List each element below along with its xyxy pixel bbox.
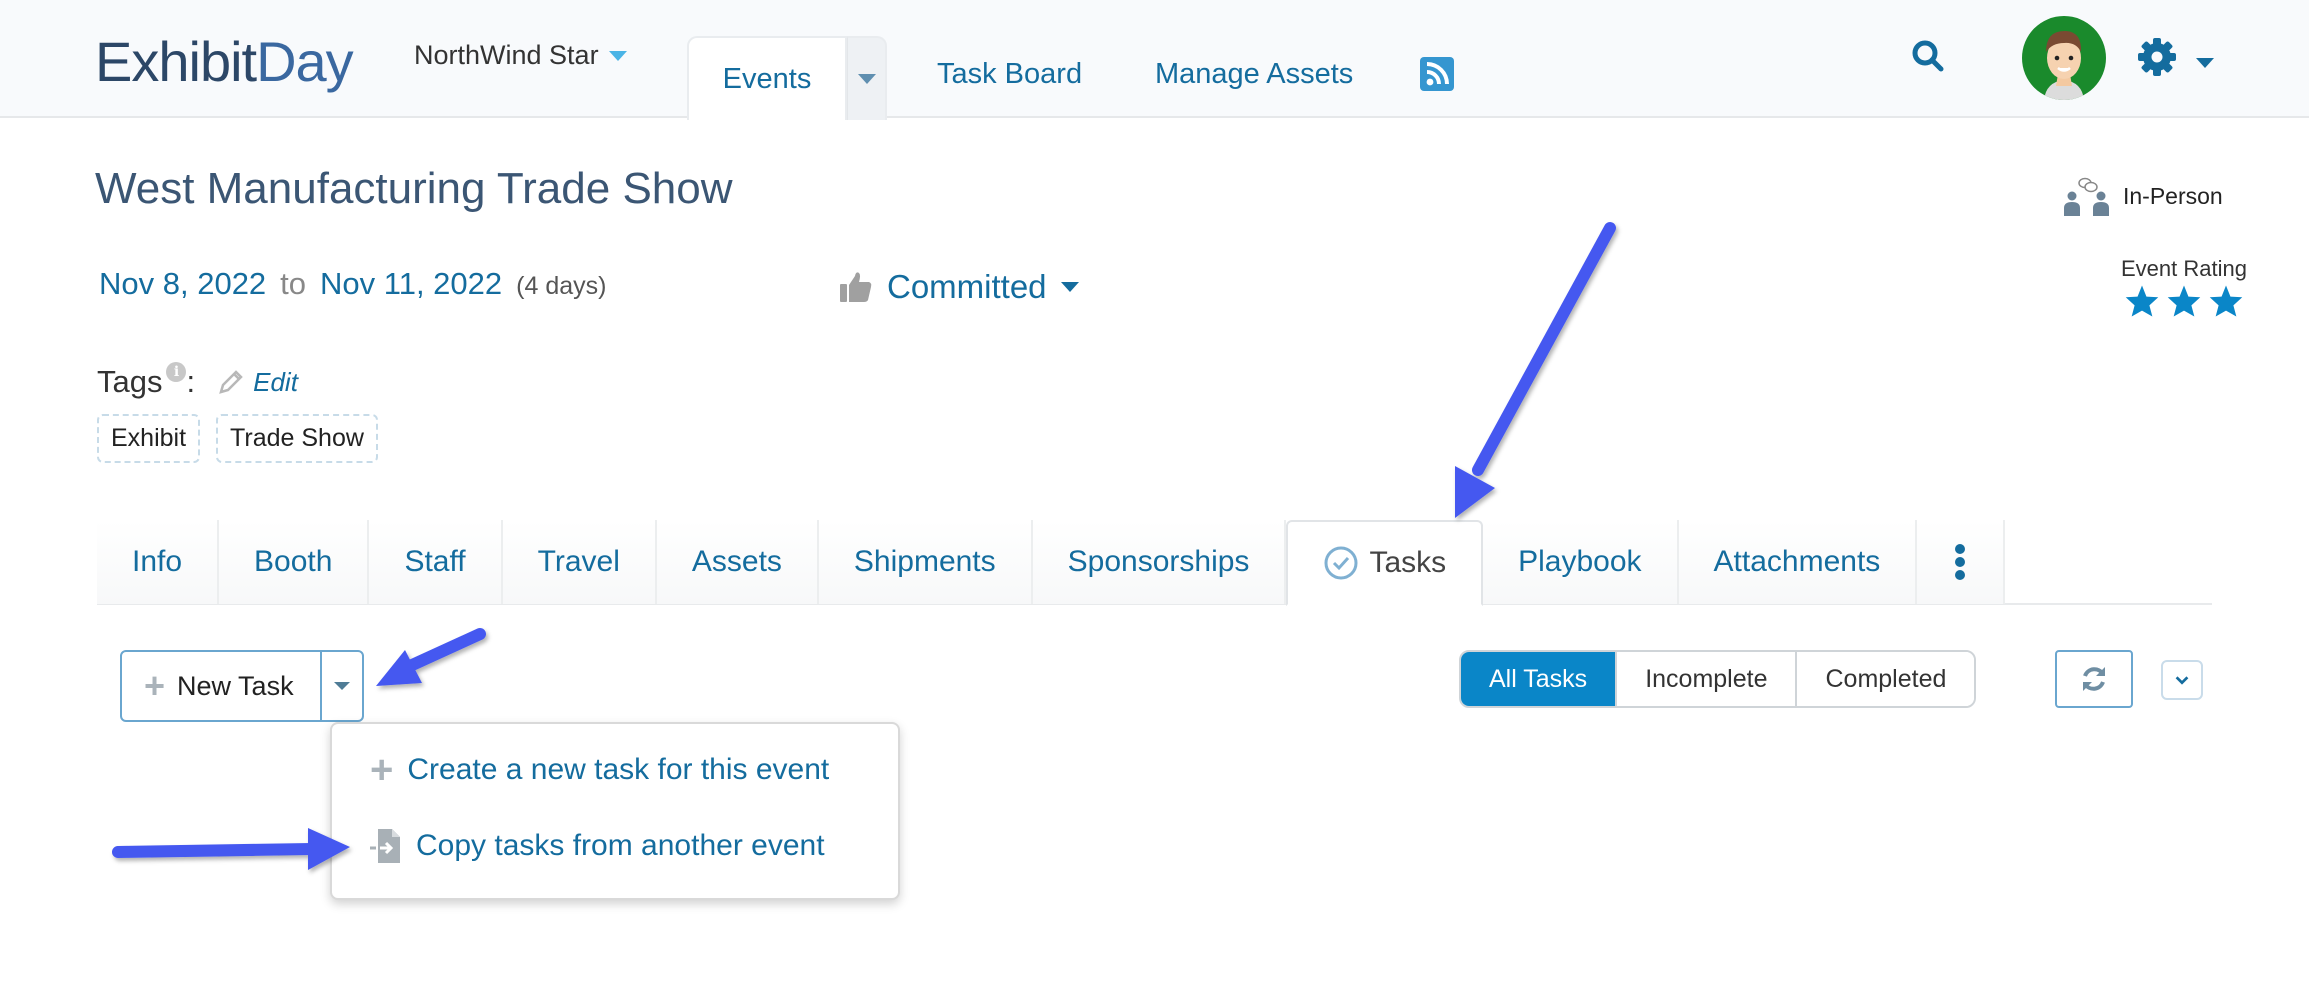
logo-text-day: Day bbox=[256, 30, 354, 93]
pencil-icon bbox=[219, 370, 243, 394]
logo-text-exhibit: Exhibit bbox=[95, 30, 257, 93]
plus-icon: + bbox=[144, 665, 166, 706]
tab-info[interactable]: Info bbox=[97, 520, 220, 604]
annotation-arrow-dropdown bbox=[376, 628, 486, 686]
tab-label: Sponsorships bbox=[1067, 545, 1250, 578]
menu-item-label: Create a new task for this event bbox=[407, 753, 830, 786]
tab-booth[interactable]: Booth bbox=[219, 520, 370, 604]
file-import-icon bbox=[370, 829, 400, 863]
start-date[interactable]: Nov 8, 2022 bbox=[99, 266, 266, 302]
filter-all-tasks[interactable]: All Tasks bbox=[1461, 652, 1618, 706]
tab-more[interactable] bbox=[1917, 520, 2006, 604]
new-task-split-button: + New Task bbox=[120, 650, 364, 722]
event-rating-label: Event Rating bbox=[2121, 256, 2247, 281]
tab-label: Shipments bbox=[853, 545, 996, 578]
org-switcher[interactable]: NorthWind Star bbox=[414, 40, 627, 71]
tags-colon: : bbox=[186, 364, 196, 399]
nav-events-label: Events bbox=[722, 62, 812, 95]
event-title: West Manufacturing Trade Show bbox=[95, 164, 733, 213]
event-rating[interactable] bbox=[2124, 284, 2244, 318]
tab-label: Booth bbox=[254, 545, 333, 578]
org-name: NorthWind Star bbox=[414, 40, 599, 70]
tab-assets[interactable]: Assets bbox=[656, 520, 819, 604]
tab-label: Staff bbox=[404, 545, 466, 578]
menu-item-copy-tasks[interactable]: Copy tasks from another event bbox=[370, 828, 825, 864]
edit-label: Edit bbox=[253, 366, 298, 397]
caret-down-icon bbox=[608, 50, 627, 61]
caret-down-icon[interactable] bbox=[2196, 58, 2214, 68]
collapse-toggle-button[interactable] bbox=[2161, 660, 2203, 700]
edit-tags-button[interactable]: Edit bbox=[217, 367, 298, 398]
in-person-icon bbox=[2064, 177, 2109, 216]
plus-icon: + bbox=[370, 748, 394, 792]
annotation-arrow-tasks-tab bbox=[1455, 222, 1616, 518]
event-tabs: Info Booth Staff Travel Assets Shipments… bbox=[97, 520, 2006, 606]
tag[interactable]: Trade Show bbox=[216, 414, 378, 463]
status-label: Committed bbox=[887, 268, 1047, 305]
tab-label: Playbook bbox=[1518, 545, 1642, 578]
avatar[interactable] bbox=[2022, 16, 2106, 100]
nav-events[interactable]: Events bbox=[687, 36, 847, 120]
tab-travel[interactable]: Travel bbox=[502, 520, 657, 604]
tags-label: Tags bbox=[97, 364, 163, 399]
filter-completed[interactable]: Completed bbox=[1797, 652, 1975, 706]
tab-sponsorships[interactable]: Sponsorships bbox=[1032, 520, 1287, 604]
event-duration: (4 days) bbox=[516, 272, 607, 300]
gear-icon[interactable] bbox=[2136, 36, 2178, 78]
tab-label: Travel bbox=[537, 545, 620, 578]
filter-incomplete[interactable]: Incomplete bbox=[1617, 652, 1798, 706]
caret-down-icon bbox=[333, 682, 350, 690]
top-nav-bar: ExhibitDay NorthWind Star Events Task Bo… bbox=[0, 0, 2309, 120]
tags-header: Tags i : Edit bbox=[97, 362, 298, 400]
search-icon[interactable] bbox=[1909, 37, 1949, 77]
star-filled-icon[interactable] bbox=[2208, 284, 2244, 318]
tab-attachments[interactable]: Attachments bbox=[1678, 520, 1918, 604]
nav-events-dropdown[interactable] bbox=[847, 36, 887, 120]
star-filled-icon[interactable] bbox=[2124, 284, 2160, 318]
tab-label: Assets bbox=[691, 545, 782, 578]
event-format-label: In-Person bbox=[2123, 182, 2223, 209]
annotation-arrow-copy-tasks bbox=[112, 828, 350, 870]
event-dates: Nov 8, 2022 to Nov 11, 2022 (4 days) bbox=[99, 266, 606, 302]
tab-label: Tasks bbox=[1369, 546, 1447, 579]
refresh-button[interactable] bbox=[2055, 650, 2133, 708]
app-logo[interactable]: ExhibitDay bbox=[95, 30, 354, 94]
event-format: In-Person bbox=[2063, 176, 2223, 216]
event-status-dropdown[interactable]: Committed bbox=[839, 268, 1079, 306]
thumbs-up-icon bbox=[840, 272, 872, 302]
more-vertical-icon bbox=[1955, 544, 1966, 580]
new-task-label: New Task bbox=[177, 670, 294, 701]
tab-label: Attachments bbox=[1713, 545, 1881, 578]
nav-manage-assets[interactable]: Manage Assets bbox=[1155, 58, 1353, 91]
date-separator: to bbox=[280, 266, 307, 301]
menu-item-label: Copy tasks from another event bbox=[416, 829, 825, 862]
new-task-button[interactable]: + New Task bbox=[122, 652, 322, 720]
menu-item-create-task[interactable]: + Create a new task for this event bbox=[370, 750, 829, 790]
caret-down-icon bbox=[1060, 282, 1079, 292]
info-icon[interactable]: i bbox=[166, 362, 187, 382]
nav-task-board[interactable]: Task Board bbox=[937, 58, 1082, 91]
tab-staff[interactable]: Staff bbox=[369, 520, 503, 604]
tag-list: Exhibit Trade Show bbox=[97, 414, 378, 463]
tab-label: Info bbox=[132, 545, 183, 578]
refresh-icon bbox=[2083, 667, 2105, 691]
rss-icon[interactable] bbox=[1420, 57, 1454, 91]
tab-playbook[interactable]: Playbook bbox=[1483, 520, 1679, 604]
end-date[interactable]: Nov 11, 2022 bbox=[320, 266, 502, 302]
tag[interactable]: Exhibit bbox=[97, 414, 201, 463]
tab-tasks[interactable]: Tasks bbox=[1286, 520, 1484, 606]
caret-down-icon bbox=[857, 74, 876, 84]
tab-shipments[interactable]: Shipments bbox=[818, 520, 1033, 604]
star-filled-icon[interactable] bbox=[2166, 284, 2202, 318]
task-filter-group: All Tasks Incomplete Completed bbox=[1459, 650, 1977, 708]
check-circle-icon bbox=[1324, 546, 1358, 580]
new-task-dropdown-menu: + Create a new task for this event Copy … bbox=[330, 722, 900, 900]
new-task-dropdown-toggle[interactable] bbox=[322, 652, 362, 720]
chevron-down-icon bbox=[2175, 676, 2189, 685]
